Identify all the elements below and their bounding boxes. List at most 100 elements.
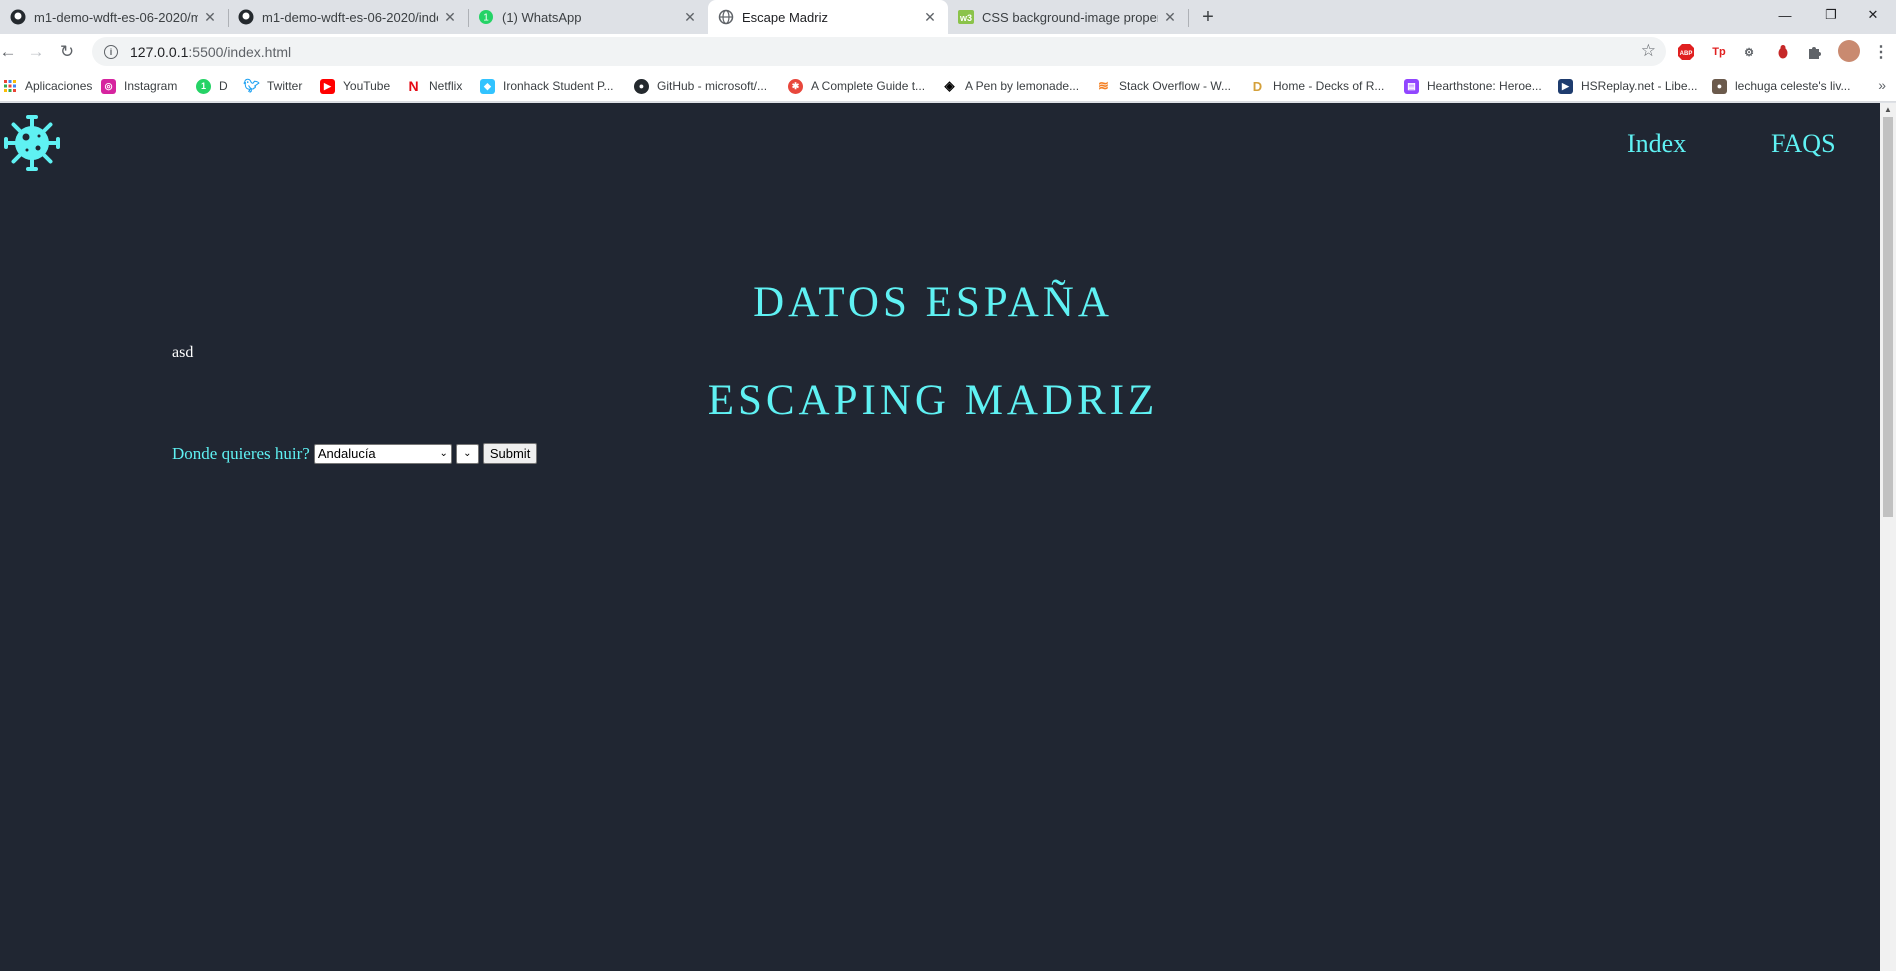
- tab-title: m1-demo-wdft-es-06-2020/inde: [262, 9, 438, 25]
- bookmark-css-tricks[interactable]: ✱ A Complete Guide t...: [788, 77, 925, 95]
- close-icon[interactable]: ✕: [202, 9, 218, 25]
- instagram-icon: ◎: [101, 78, 116, 94]
- bookmark-label: Netflix: [429, 79, 463, 93]
- bookmark-twitter[interactable]: 🐦︎ Twitter: [243, 77, 303, 95]
- address-path: :5500/index.html: [188, 43, 292, 60]
- bookmark-label: HSReplay.net - Libe...: [1581, 79, 1698, 93]
- decks-icon: D: [1252, 78, 1263, 94]
- close-icon[interactable]: ✕: [682, 9, 698, 25]
- heading-escaping-madriz: ESCAPING MADRIZ: [707, 377, 1159, 424]
- bookmarks-overflow-icon[interactable]: »: [1878, 77, 1886, 93]
- tp-extension-icon[interactable]: Tp: [1710, 43, 1728, 61]
- tab-title: Escape Madriz: [742, 9, 828, 25]
- globe-icon: [718, 9, 734, 25]
- submit-button[interactable]: Submit: [482, 443, 538, 464]
- page-scrollbar[interactable]: ▲: [1880, 103, 1896, 971]
- bookmark-instagram[interactable]: ◎ Instagram: [101, 77, 177, 95]
- bookmark-d[interactable]: 1D: [196, 77, 228, 95]
- w3schools-icon: w3: [958, 9, 974, 25]
- github-icon: [10, 9, 26, 25]
- bookmark-stackoverflow[interactable]: ≋ Stack Overflow - W...: [1096, 77, 1231, 95]
- hsreplay-icon: ▶: [1558, 78, 1573, 94]
- tab-title: CSS background-image property: [982, 9, 1158, 25]
- bookmark-decks[interactable]: D Home - Decks of R...: [1250, 77, 1385, 95]
- tab-whatsapp[interactable]: 1 (1) WhatsApp ✕: [468, 0, 708, 34]
- chevron-down-icon: ⌄: [439, 448, 448, 459]
- bookmark-label: Instagram: [124, 79, 178, 93]
- minimize-button[interactable]: —: [1762, 0, 1808, 30]
- apps-grid-icon: [2, 79, 17, 94]
- tab-title: (1) WhatsApp: [502, 9, 582, 25]
- bookmark-label: lechuga celeste's liv...: [1735, 79, 1851, 93]
- bookmark-label: Ironhack Student P...: [503, 79, 614, 93]
- close-window-button[interactable]: ✕: [1850, 0, 1896, 30]
- close-icon[interactable]: ✕: [922, 9, 938, 25]
- bookmark-lechuga[interactable]: ● lechuga celeste's liv...: [1712, 77, 1850, 95]
- restore-button[interactable]: ❐: [1808, 0, 1854, 30]
- tab-github-main[interactable]: m1-demo-wdft-es-06-2020/main ✕: [0, 0, 229, 34]
- bookmark-apps[interactable]: Aplicaciones: [2, 77, 92, 95]
- menu-kebab-icon[interactable]: ⋮: [1872, 43, 1890, 61]
- avatar[interactable]: [1838, 40, 1860, 62]
- bookmark-label: GitHub - microsoft/...: [657, 79, 768, 93]
- tab-separator: [1188, 9, 1189, 27]
- twitter-icon: 🐦︎: [243, 78, 260, 93]
- secondary-select[interactable]: ⌄: [455, 443, 479, 464]
- nav-link-faqs[interactable]: FAQS: [1771, 129, 1836, 159]
- github-icon: ●: [634, 78, 649, 94]
- extension-icon[interactable]: ⚙: [1740, 43, 1758, 61]
- reload-button[interactable]: ↻: [53, 38, 81, 66]
- puzzle-icon[interactable]: [1806, 43, 1824, 61]
- bookmark-hsreplay[interactable]: ▶ HSReplay.net - Libe...: [1558, 77, 1698, 95]
- bookmark-label: D: [219, 79, 228, 93]
- scroll-up-arrow-icon[interactable]: ▲: [1884, 105, 1892, 114]
- tab-escape-madriz[interactable]: Escape Madriz ✕: [708, 0, 948, 34]
- close-icon[interactable]: ✕: [442, 9, 458, 25]
- bookmark-label: Hearthstone: Heroe...: [1427, 79, 1542, 93]
- bookmark-youtube[interactable]: ▶ YouTube: [320, 77, 390, 95]
- bug-extension-icon[interactable]: [1774, 43, 1792, 61]
- region-select[interactable]: Andalucía ⌄: [313, 443, 452, 464]
- scrollbar-thumb[interactable]: [1883, 117, 1893, 517]
- tab-css-background[interactable]: w3 CSS background-image property ✕: [948, 0, 1189, 34]
- bookmark-label: Twitter: [267, 79, 303, 93]
- form-label: Donde quieres huir?: [172, 443, 310, 463]
- bookmarks-bar: Aplicaciones ◎ Instagram 1D 🐦︎ Twitter ▶ Yo…: [0, 70, 1896, 102]
- forward-button[interactable]: →: [22, 38, 50, 66]
- virus-logo-icon[interactable]: [2, 113, 62, 173]
- escape-form: Donde quieres huir? Andalucía ⌄ ⌄ Submit: [172, 443, 538, 464]
- whatsapp-icon: 1: [196, 78, 211, 94]
- chevron-down-icon: ⌄: [463, 448, 472, 459]
- bookmark-ironhack[interactable]: ◆ Ironhack Student P...: [480, 77, 614, 95]
- adblock-icon[interactable]: ABP: [1677, 43, 1695, 61]
- tab-title: m1-demo-wdft-es-06-2020/main: [34, 9, 198, 25]
- bookmark-twitch[interactable]: ▤ Hearthstone: Heroe...: [1404, 77, 1542, 95]
- lechuga-avatar-icon: ●: [1712, 78, 1727, 94]
- stackoverflow-icon: ≋: [1098, 78, 1109, 93]
- info-icon[interactable]: i: [104, 44, 118, 59]
- whatsapp-icon: 1: [478, 9, 494, 25]
- bookmark-label: YouTube: [343, 79, 391, 93]
- bookmark-netflix[interactable]: N Netflix: [406, 77, 462, 95]
- twitch-icon: ▤: [1404, 78, 1419, 94]
- back-button[interactable]: ←: [0, 38, 22, 66]
- address-host: 127.0.0.1: [130, 43, 189, 60]
- github-icon: [238, 9, 254, 25]
- bookmark-label: Aplicaciones: [25, 79, 93, 93]
- bookmark-label: A Pen by lemonade...: [965, 79, 1080, 93]
- close-icon[interactable]: ✕: [1162, 9, 1178, 25]
- nav-link-index[interactable]: Index: [1627, 129, 1686, 159]
- bookmark-codepen[interactable]: ◈ A Pen by lemonade...: [942, 77, 1080, 95]
- codepen-icon: ◈: [944, 78, 955, 93]
- asd-text: asd: [172, 344, 194, 361]
- tab-github-index[interactable]: m1-demo-wdft-es-06-2020/inde ✕: [228, 0, 469, 34]
- address-bar[interactable]: i 127.0.0.1:5500/index.html ☆: [92, 37, 1666, 66]
- netflix-icon: N: [408, 78, 419, 94]
- css-tricks-icon: ✱: [788, 78, 803, 94]
- new-tab-button[interactable]: +: [1196, 5, 1220, 29]
- svg-text:w3: w3: [959, 13, 972, 23]
- bookmark-label: A Complete Guide t...: [811, 79, 926, 93]
- page-content: Index FAQS DATOS ESPAÑA asd ESCAPING MAD…: [0, 103, 1880, 971]
- bookmark-github[interactable]: ● GitHub - microsoft/...: [634, 77, 767, 95]
- bookmark-star-icon[interactable]: ☆: [1641, 41, 1656, 61]
